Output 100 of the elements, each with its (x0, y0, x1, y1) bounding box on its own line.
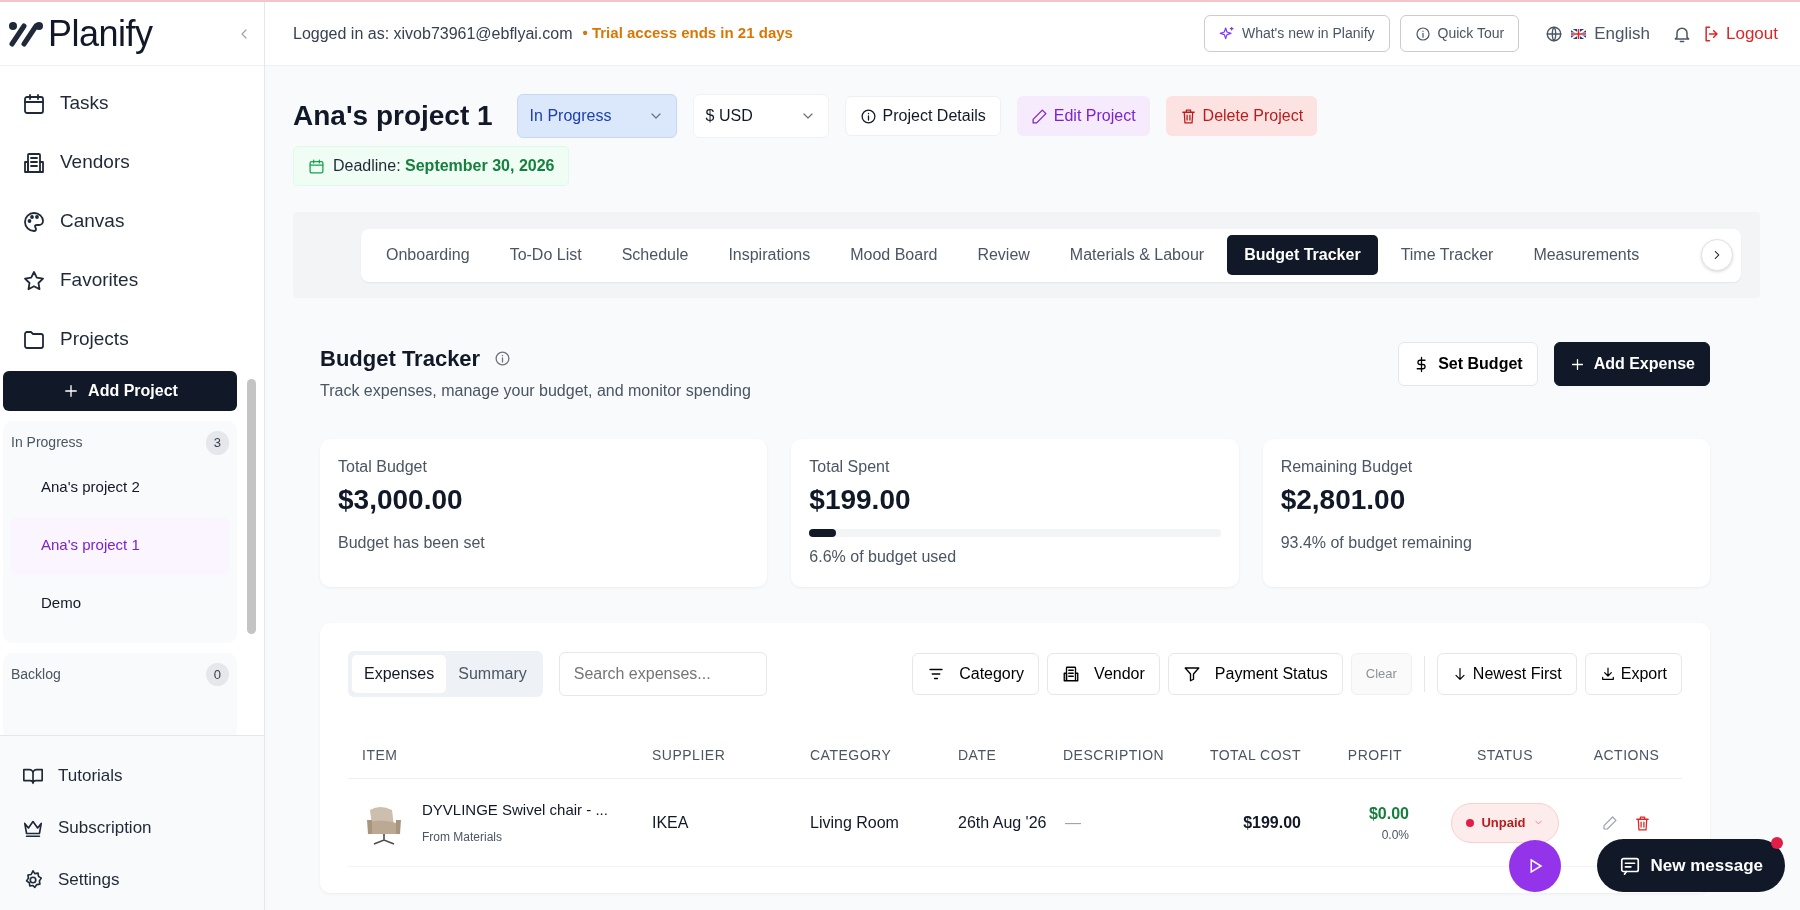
info-icon (494, 350, 512, 367)
filter-button[interactable]: Vendor (1047, 653, 1160, 695)
card-note: Budget has been set (338, 533, 486, 553)
calendar-icon (308, 157, 325, 175)
project-item[interactable]: Demo (11, 574, 229, 633)
card-note: 93.4% of budget remaining (1280, 533, 1473, 553)
view-tab[interactable]: Summary (446, 655, 539, 693)
pencil-icon (1030, 107, 1048, 125)
column-header: STATUS (1475, 746, 1535, 765)
filter-button[interactable]: Payment Status (1167, 653, 1343, 695)
sidebar-nav-item[interactable]: Settings (0, 854, 264, 906)
group-title: Backlog (11, 664, 61, 684)
logged-in-text: Logged in as: xivob73961@ebflyai.com (293, 23, 573, 44)
status-dot-icon (1466, 818, 1475, 827)
palette-icon (22, 209, 46, 234)
column-header: ACTIONS (1592, 746, 1661, 765)
export-button[interactable]: Export (1584, 653, 1682, 695)
section-title: Budget Tracker (320, 345, 481, 373)
sidebar-nav-item[interactable]: Tutorials (0, 750, 264, 802)
edit-project-button[interactable]: Edit Project (1016, 96, 1150, 136)
sort-button[interactable]: Newest First (1436, 653, 1577, 695)
section-subtitle: Track expenses, manage your budget, and monitor spending (320, 381, 751, 401)
card-note: 6.6% of budget used (809, 547, 958, 567)
details-project-button[interactable]: Project Details (844, 96, 1001, 136)
project-tab[interactable]: Onboarding (369, 235, 487, 275)
profit-value: $0.00 (1368, 803, 1409, 824)
language-selector[interactable]: English (1539, 19, 1656, 48)
table-cell-text: IKEA (652, 812, 690, 833)
search-field[interactable]: Search expenses... (558, 652, 767, 696)
project-tab[interactable]: Time Tracker (1383, 235, 1511, 275)
card-label: Remaining Budget (1280, 457, 1414, 477)
logo-icon (8, 19, 44, 48)
trash-icon (1179, 107, 1197, 125)
table-cell: $199.00 (1243, 813, 1301, 831)
project-item[interactable]: Ana's project 2 (11, 458, 229, 517)
currency-select[interactable]: $ USD (692, 94, 829, 138)
add-expense-button[interactable]: Add Expense (1553, 342, 1710, 386)
group-count: 3 (205, 431, 229, 455)
globe-icon (1545, 24, 1564, 43)
delete-project-button[interactable]: Delete Project (1165, 96, 1318, 136)
table-cell-text: — (1064, 812, 1082, 833)
building-icon (1062, 665, 1081, 683)
column-header: PROFIT (1346, 746, 1404, 765)
card-value: $2,801.00 (1280, 483, 1407, 517)
project-tab[interactable]: To-Do List (492, 235, 599, 275)
sidebar-nav-item[interactable]: Favorites (0, 251, 264, 310)
group-count: 0 (205, 662, 229, 686)
item-name: DYVLINGE Swivel chair - ... (422, 800, 608, 821)
sidebar-nav-item[interactable]: Tasks (0, 74, 264, 133)
deadline-text: Deadline: September 30, 2026 (333, 156, 555, 176)
table-cell-text: 26th Aug '26 (958, 812, 1048, 833)
column-header: CATEGORY (810, 746, 893, 765)
trash-icon (1634, 814, 1651, 832)
info-icon (1414, 25, 1431, 42)
whats-new-button[interactable]: What's new in Planify (1203, 15, 1390, 52)
info-icon (859, 107, 877, 125)
project-tab[interactable]: Materials & Labour (1052, 235, 1222, 275)
calendar-icon (22, 91, 46, 116)
add-project-button[interactable]: Add Project (3, 371, 237, 411)
project-title: Ana's project 1 (293, 99, 493, 133)
flag-icon (1571, 28, 1587, 39)
project-tab[interactable]: Schedule (604, 235, 706, 275)
column-header: SUPPLIER (652, 746, 727, 765)
trial-notice: • Trial access ends in 21 days (582, 23, 793, 44)
card-label: Total Budget (338, 457, 428, 477)
project-tab[interactable]: Budget Tracker (1227, 235, 1378, 275)
sidebar-nav-item[interactable]: Projects (0, 310, 264, 369)
status-select[interactable]: In Progress (516, 94, 677, 138)
card-value: $199.00 (809, 483, 912, 517)
table-cell-text: Living Room (810, 812, 900, 833)
building-icon (22, 150, 46, 175)
profit-percent: 0.0% (1381, 826, 1409, 844)
project-tab[interactable]: Measurements (1516, 235, 1657, 275)
card-label: Total Spent (809, 457, 891, 477)
app-logo: Planify (48, 11, 153, 56)
funnel-icon (1182, 665, 1201, 683)
project-tab[interactable]: Inspirations (711, 235, 828, 275)
filter-button[interactable]: Category (912, 653, 1040, 695)
view-tab[interactable]: Expenses (352, 655, 447, 693)
project-tab[interactable]: Mood Board (833, 235, 955, 275)
sidebar-nav-item[interactable]: Subscription (0, 802, 264, 854)
download-icon (1599, 666, 1616, 682)
status-dropdown[interactable]: Unpaid (1451, 802, 1559, 843)
quick-tour-button[interactable]: Quick Tour (1399, 15, 1520, 52)
new-message-button[interactable]: New message (1596, 839, 1785, 892)
project-item[interactable]: Ana's project 1 (11, 516, 229, 575)
sidebar-nav-item[interactable]: Canvas (0, 192, 264, 251)
star-icon (22, 268, 46, 293)
sidebar-nav-item[interactable]: Vendors (0, 133, 264, 192)
column-header: DESCRIPTION (1063, 746, 1166, 765)
column-header: TOTAL COST (1208, 746, 1302, 765)
scrollbar[interactable] (247, 379, 256, 634)
set-budget-button[interactable]: Set Budget (1398, 342, 1538, 386)
item-source: From Materials (422, 828, 503, 846)
logout-button[interactable]: Logout (1702, 20, 1778, 47)
group-title: In Progress (11, 433, 83, 453)
column-header: DATE (958, 746, 998, 765)
card-value: $3,000.00 (338, 483, 464, 517)
project-tab[interactable]: Review (960, 235, 1047, 275)
sparkle-icon (1218, 25, 1235, 42)
